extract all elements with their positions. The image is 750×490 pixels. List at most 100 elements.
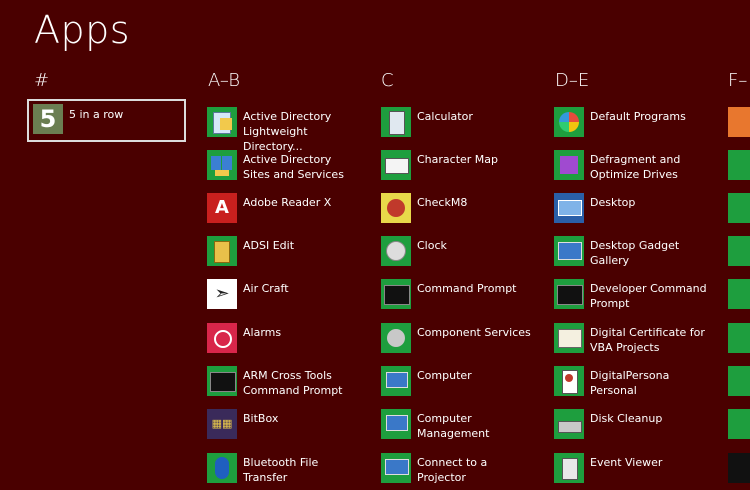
app-tile-checkm8[interactable]: CheckM8 xyxy=(377,190,537,230)
app-label: Computer xyxy=(417,369,472,382)
folder-icon xyxy=(728,107,750,137)
app-label: Disk Cleanup xyxy=(590,412,663,425)
app-label: Adobe Reader X xyxy=(243,196,332,209)
app-label: Command Prompt xyxy=(417,282,517,295)
app-label: CheckM8 xyxy=(417,196,468,209)
disk-cleanup-icon xyxy=(554,409,584,439)
window-icon xyxy=(728,323,750,353)
app-label: BitBox xyxy=(243,412,279,425)
app-tile-calculator[interactable]: Calculator xyxy=(377,104,537,144)
computer-icon xyxy=(381,366,411,396)
app-tile-f-1[interactable] xyxy=(724,104,750,144)
component-services-icon xyxy=(381,323,411,353)
checkm8-icon xyxy=(381,193,411,223)
help-icon xyxy=(728,366,750,396)
command-prompt-icon xyxy=(554,279,584,309)
app-label: Desktop Gadget Gallery xyxy=(590,239,680,267)
character-map-icon xyxy=(381,150,411,180)
app-tile-ad-sites[interactable]: Active Directory Sites and Services xyxy=(203,147,363,187)
app-label: Component Services xyxy=(417,326,531,339)
app-label: Desktop xyxy=(590,196,636,209)
app-tile-projector[interactable]: Connect to a Projector xyxy=(377,450,537,490)
app-tile-gadget-gallery[interactable]: Desktop Gadget Gallery xyxy=(550,233,710,273)
app-tile-f-9[interactable] xyxy=(724,450,750,490)
app-tile-bitbox[interactable]: ▦▦ BitBox xyxy=(203,406,363,446)
app-label: Connect to a Projector xyxy=(417,456,488,484)
five-in-a-row-icon: 5 xyxy=(33,104,63,134)
app-tile-adobe-reader[interactable]: A Adobe Reader X xyxy=(203,190,363,230)
app-label: DigitalPersona Personal xyxy=(590,369,670,397)
app-label: Character Map xyxy=(417,153,499,166)
app-label: Digital Certificate for VBA Projects xyxy=(590,326,705,354)
bluetooth-icon xyxy=(207,453,237,483)
app-tile-digital-certificate[interactable]: Digital Certificate for VBA Projects xyxy=(550,320,710,360)
group-header-hash: # xyxy=(34,70,50,91)
app-label: Defragment and Optimize Drives xyxy=(590,153,681,181)
ad-lds-icon xyxy=(207,107,237,137)
tool-icon xyxy=(728,409,750,439)
app-tile-event-viewer[interactable]: Event Viewer xyxy=(550,450,710,490)
app-label: ADSI Edit xyxy=(243,239,295,252)
app-label: Computer Management xyxy=(417,412,490,440)
projector-icon xyxy=(381,453,411,483)
group-header-f: F– xyxy=(728,70,748,91)
command-prompt-icon xyxy=(207,366,237,396)
app-label: Active Directory Sites and Services xyxy=(243,153,344,181)
app-tile-f-6[interactable] xyxy=(724,320,750,360)
app-tile-ad-lds[interactable]: Active Directory Lightweight Directory..… xyxy=(203,104,363,153)
app-tile-clock[interactable]: Clock xyxy=(377,233,537,273)
bitbox-icon: ▦▦ xyxy=(207,409,237,439)
adsi-edit-icon xyxy=(207,236,237,266)
app-tile-defragment[interactable]: Defragment and Optimize Drives xyxy=(550,147,710,187)
paper-plane-icon: ➣ xyxy=(207,279,237,309)
app-tile-5-in-a-row[interactable]: 5 5 in a row xyxy=(27,99,186,142)
app-tile-air-craft[interactable]: ➣ Air Craft xyxy=(203,276,363,316)
app-label: Bluetooth File Transfer xyxy=(243,456,319,484)
app-label: Default Programs xyxy=(590,110,686,123)
app-tile-developer-command-prompt[interactable]: Developer Command Prompt xyxy=(550,276,710,316)
sync-icon xyxy=(728,193,750,223)
app-tile-component-services[interactable]: Component Services xyxy=(377,320,537,360)
app-label: Developer Command Prompt xyxy=(590,282,707,310)
app-tile-computer-management[interactable]: Computer Management xyxy=(377,406,537,446)
app-tile-desktop[interactable]: Desktop xyxy=(550,190,710,230)
gadget-gallery-icon xyxy=(554,236,584,266)
app-label: Calculator xyxy=(417,110,473,123)
app-tile-f-3[interactable] xyxy=(724,190,750,230)
group-header-a-b: A–B xyxy=(208,70,241,91)
app-tile-f-2[interactable] xyxy=(724,147,750,187)
computer-management-icon xyxy=(381,409,411,439)
app-tile-alarms[interactable]: Alarms xyxy=(203,320,363,360)
app-tile-default-programs[interactable]: Default Programs xyxy=(550,104,710,144)
calculator-icon xyxy=(381,107,411,137)
app-tile-digitalpersona[interactable]: DigitalPersona Personal xyxy=(550,363,710,403)
defragment-icon xyxy=(554,150,584,180)
app-tile-command-prompt[interactable]: Command Prompt xyxy=(377,276,537,316)
app-tile-computer[interactable]: Computer xyxy=(377,363,537,403)
group-header-d-e: D–E xyxy=(555,70,590,91)
app-tile-adsi-edit[interactable]: ADSI Edit xyxy=(203,233,363,273)
app-tile-disk-cleanup[interactable]: Disk Cleanup xyxy=(550,406,710,446)
app-label: Air Craft xyxy=(243,282,289,295)
certificate-icon xyxy=(554,323,584,353)
app-tile-arm-cross-tools[interactable]: ARM Cross Tools Command Prompt xyxy=(203,363,363,403)
window-icon xyxy=(728,236,750,266)
event-viewer-icon xyxy=(554,453,584,483)
command-prompt-icon xyxy=(381,279,411,309)
app-label: Event Viewer xyxy=(590,456,663,469)
app-tile-f-8[interactable] xyxy=(724,406,750,446)
app-tile-f-5[interactable] xyxy=(724,276,750,316)
group-header-c: C xyxy=(381,70,394,91)
app-tile-f-4[interactable] xyxy=(724,233,750,273)
default-programs-icon xyxy=(554,107,584,137)
app-label: Alarms xyxy=(243,326,282,339)
adobe-reader-icon: A xyxy=(207,193,237,223)
page-title: Apps xyxy=(34,8,131,52)
app-label: Clock xyxy=(417,239,447,252)
app-tile-bluetooth[interactable]: Bluetooth File Transfer xyxy=(203,450,363,490)
window-icon xyxy=(728,279,750,309)
app-tile-f-7[interactable] xyxy=(724,363,750,403)
app-label: 5 in a row xyxy=(69,108,124,121)
desktop-icon xyxy=(554,193,584,223)
app-tile-character-map[interactable]: Character Map xyxy=(377,147,537,187)
